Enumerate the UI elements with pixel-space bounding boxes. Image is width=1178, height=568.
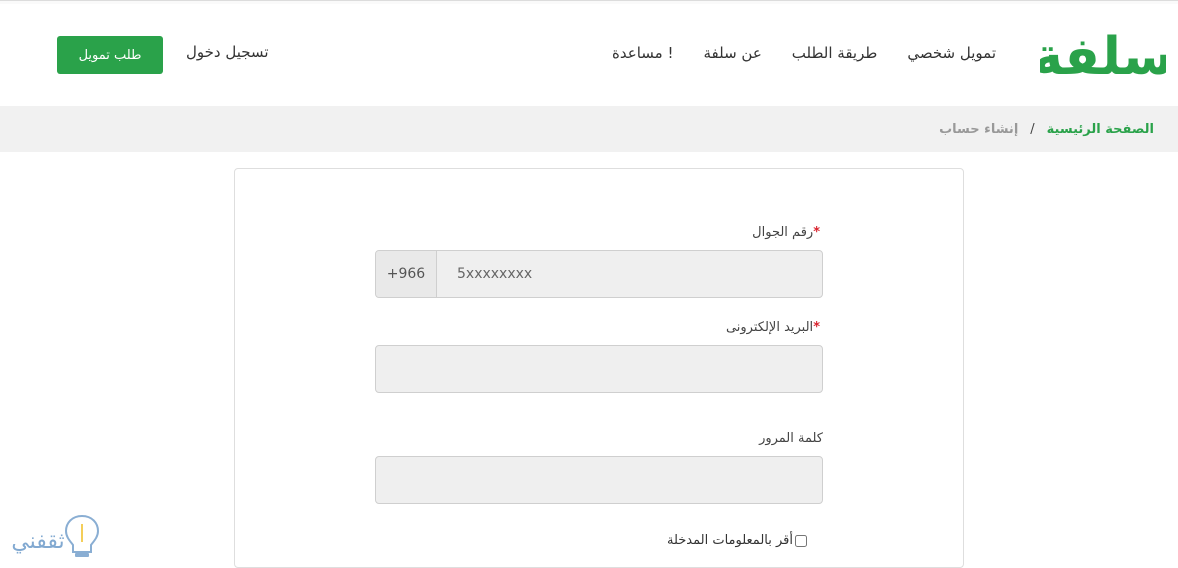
phone-input[interactable] [437, 251, 822, 297]
svg-text:سلفة: سلفة [1040, 27, 1166, 82]
phone-label: *رقم الجوال [752, 225, 820, 240]
agree-checkbox-row[interactable]: أقر بالمعلومات المدخلة [667, 533, 807, 548]
country-code: +966 [376, 251, 437, 297]
breadcrumb-current: إنشاء حساب [939, 122, 1019, 137]
main-nav: تمويل شخصي طريقة الطلب عن سلفة مساعدة ! [612, 44, 996, 62]
nav-personal-finance[interactable]: تمويل شخصي [907, 44, 996, 62]
breadcrumb-home[interactable]: الصفحة الرئيسية [1047, 122, 1154, 137]
password-label: كلمة المرور [759, 431, 823, 446]
nav-how-to-apply[interactable]: طريقة الطلب [792, 44, 878, 62]
lightbulb-icon [64, 514, 100, 557]
nav-about[interactable]: عن سلفة [703, 44, 761, 62]
agree-label: أقر بالمعلومات المدخلة [667, 533, 793, 548]
password-input[interactable] [376, 457, 822, 503]
breadcrumb-bar: الصفحة الرئيسية / إنشاء حساب [0, 106, 1178, 152]
breadcrumb: الصفحة الرئيسية / إنشاء حساب [939, 122, 1154, 137]
agree-checkbox[interactable] [795, 534, 807, 547]
brand-logo[interactable]: سلفة [1040, 24, 1166, 82]
svg-text:ثقفني: ثقفني [11, 529, 64, 554]
site-header: سلفة تمويل شخصي طريقة الطلب عن سلفة مساع… [0, 4, 1178, 106]
password-field [375, 456, 823, 504]
watermark-logo: ثقفني [11, 514, 100, 557]
email-input[interactable] [376, 346, 822, 392]
required-mark: * [813, 320, 820, 335]
request-finance-button[interactable]: طلب تمويل [57, 36, 163, 74]
email-label: *البريد الإلكترونى [725, 320, 820, 335]
signup-card: *رقم الجوال +966 *البريد الإلكترونى كلمة… [234, 168, 964, 568]
phone-field: +966 [375, 250, 823, 298]
nav-help[interactable]: مساعدة ! [612, 44, 673, 62]
breadcrumb-separator: / [1030, 122, 1035, 137]
login-link[interactable]: تسجيل دخول [186, 43, 269, 61]
email-field [375, 345, 823, 393]
required-mark: * [813, 225, 820, 240]
